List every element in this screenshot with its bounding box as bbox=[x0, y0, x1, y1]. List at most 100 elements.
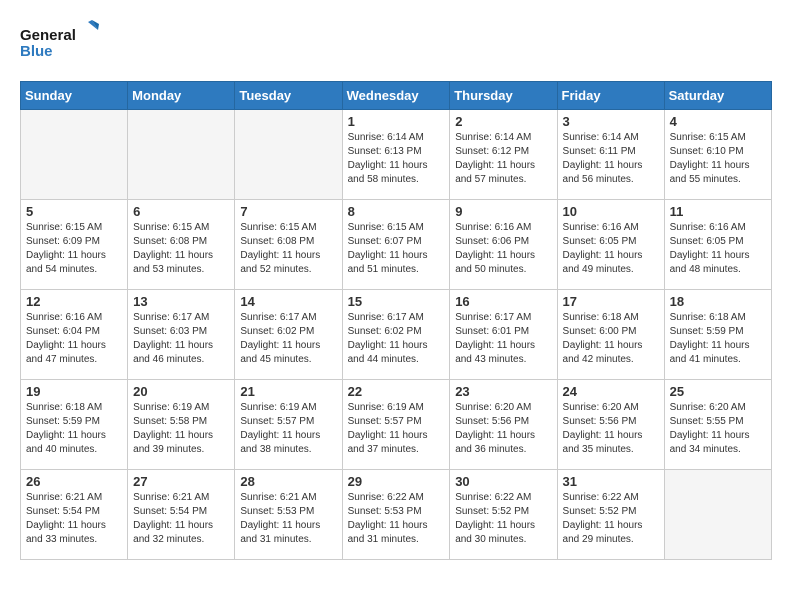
calendar-cell: 25 Sunrise: 6:20 AM Sunset: 5:55 PM Dayli… bbox=[664, 380, 771, 470]
calendar-cell: 29 Sunrise: 6:22 AM Sunset: 5:53 PM Dayli… bbox=[342, 470, 450, 560]
calendar-cell: 23Sunrise: 6:20 AM Sunset: 5:56 PM Dayli… bbox=[450, 380, 557, 470]
day-number: 18 bbox=[670, 294, 766, 309]
day-number: 12 bbox=[26, 294, 122, 309]
calendar-cell: 4 Sunrise: 6:15 AM Sunset: 6:10 PM Daylig… bbox=[664, 110, 771, 200]
weekday-header-cell: Saturday bbox=[664, 82, 771, 110]
calendar-week-row: 19 Sunrise: 6:18 AM Sunset: 5:59 PM Dayli… bbox=[21, 380, 772, 470]
day-number: 9 bbox=[455, 204, 551, 219]
day-number: 24 bbox=[563, 384, 659, 399]
weekday-header-row: SundayMondayTuesdayWednesdayThursdayFrid… bbox=[21, 82, 772, 110]
day-number: 2 bbox=[455, 114, 551, 129]
day-number: 28 bbox=[240, 474, 336, 489]
cell-info: Sunrise: 6:18 AM Sunset: 5:59 PM Dayligh… bbox=[26, 401, 122, 457]
calendar-cell: 10Sunrise: 6:16 AM Sunset: 6:05 PM Dayli… bbox=[557, 200, 664, 290]
day-number: 19 bbox=[26, 384, 122, 399]
calendar-cell: 2 Sunrise: 6:14 AM Sunset: 6:12 PM Daylig… bbox=[450, 110, 557, 200]
calendar-cell: 1 Sunrise: 6:14 AM Sunset: 6:13 PM Daylig… bbox=[342, 110, 450, 200]
day-number: 11 bbox=[670, 204, 766, 219]
day-number: 13 bbox=[133, 294, 229, 309]
day-number: 30 bbox=[455, 474, 551, 489]
cell-info: Sunrise: 6:22 AM Sunset: 5:53 PM Dayligh… bbox=[348, 491, 445, 547]
calendar-cell: 8Sunrise: 6:15 AM Sunset: 6:07 PM Daylig… bbox=[342, 200, 450, 290]
cell-info: Sunrise: 6:22 AM Sunset: 5:52 PM Dayligh… bbox=[455, 491, 551, 547]
calendar-cell: 7Sunrise: 6:15 AM Sunset: 6:08 PM Daylig… bbox=[235, 200, 342, 290]
day-number: 21 bbox=[240, 384, 336, 399]
calendar-week-row: 1 Sunrise: 6:14 AM Sunset: 6:13 PM Daylig… bbox=[21, 110, 772, 200]
cell-info: Sunrise: 6:20 AM Sunset: 5:56 PM Dayligh… bbox=[563, 401, 659, 457]
cell-info: Sunrise: 6:22 AM Sunset: 5:52 PM Dayligh… bbox=[563, 491, 659, 547]
cell-info: Sunrise: 6:20 AM Sunset: 5:56 PM Dayligh… bbox=[455, 401, 551, 457]
calendar-cell: 28Sunrise: 6:21 AM Sunset: 5:53 PM Dayli… bbox=[235, 470, 342, 560]
cell-info: Sunrise: 6:15 AM Sunset: 6:09 PM Dayligh… bbox=[26, 221, 122, 277]
cell-info: Sunrise: 6:14 AM Sunset: 6:13 PM Dayligh… bbox=[348, 131, 445, 187]
cell-info: Sunrise: 6:16 AM Sunset: 6:06 PM Dayligh… bbox=[455, 221, 551, 277]
day-number: 29 bbox=[348, 474, 445, 489]
day-number: 26 bbox=[26, 474, 122, 489]
day-number: 4 bbox=[670, 114, 766, 129]
calendar-cell bbox=[664, 470, 771, 560]
logo-icon: General Blue bbox=[20, 20, 100, 65]
calendar-week-row: 12 Sunrise: 6:16 AM Sunset: 6:04 PM Dayli… bbox=[21, 290, 772, 380]
cell-info: Sunrise: 6:15 AM Sunset: 6:08 PM Dayligh… bbox=[240, 221, 336, 277]
calendar-cell: 26 Sunrise: 6:21 AM Sunset: 5:54 PM Dayli… bbox=[21, 470, 128, 560]
day-number: 17 bbox=[563, 294, 659, 309]
cell-info: Sunrise: 6:16 AM Sunset: 6:05 PM Dayligh… bbox=[670, 221, 766, 277]
calendar-week-row: 5 Sunrise: 6:15 AM Sunset: 6:09 PM Daylig… bbox=[21, 200, 772, 290]
day-number: 5 bbox=[26, 204, 122, 219]
weekday-header-cell: Tuesday bbox=[235, 82, 342, 110]
calendar-cell bbox=[128, 110, 235, 200]
cell-info: Sunrise: 6:20 AM Sunset: 5:55 PM Dayligh… bbox=[670, 401, 766, 457]
calendar-cell: 18 Sunrise: 6:18 AM Sunset: 5:59 PM Dayli… bbox=[664, 290, 771, 380]
calendar-cell: 31Sunrise: 6:22 AM Sunset: 5:52 PM Dayli… bbox=[557, 470, 664, 560]
weekday-header-cell: Wednesday bbox=[342, 82, 450, 110]
logo: General Blue bbox=[20, 20, 100, 65]
calendar-cell: 11 Sunrise: 6:16 AM Sunset: 6:05 PM Dayli… bbox=[664, 200, 771, 290]
cell-info: Sunrise: 6:19 AM Sunset: 5:58 PM Dayligh… bbox=[133, 401, 229, 457]
cell-info: Sunrise: 6:17 AM Sunset: 6:02 PM Dayligh… bbox=[240, 311, 336, 367]
cell-info: Sunrise: 6:15 AM Sunset: 6:10 PM Dayligh… bbox=[670, 131, 766, 187]
cell-info: Sunrise: 6:18 AM Sunset: 5:59 PM Dayligh… bbox=[670, 311, 766, 367]
calendar-table: SundayMondayTuesdayWednesdayThursdayFrid… bbox=[20, 81, 772, 560]
day-number: 20 bbox=[133, 384, 229, 399]
cell-info: Sunrise: 6:14 AM Sunset: 6:12 PM Dayligh… bbox=[455, 131, 551, 187]
calendar-cell bbox=[21, 110, 128, 200]
calendar-cell: 21 Sunrise: 6:19 AM Sunset: 5:57 PM Dayli… bbox=[235, 380, 342, 470]
calendar-cell: 24 Sunrise: 6:20 AM Sunset: 5:56 PM Dayli… bbox=[557, 380, 664, 470]
day-number: 16 bbox=[455, 294, 551, 309]
calendar-cell: 13Sunrise: 6:17 AM Sunset: 6:03 PM Dayli… bbox=[128, 290, 235, 380]
calendar-cell: 3Sunrise: 6:14 AM Sunset: 6:11 PM Daylig… bbox=[557, 110, 664, 200]
cell-info: Sunrise: 6:17 AM Sunset: 6:02 PM Dayligh… bbox=[348, 311, 445, 367]
day-number: 25 bbox=[670, 384, 766, 399]
calendar-cell: 9 Sunrise: 6:16 AM Sunset: 6:06 PM Daylig… bbox=[450, 200, 557, 290]
cell-info: Sunrise: 6:19 AM Sunset: 5:57 PM Dayligh… bbox=[240, 401, 336, 457]
calendar-cell: 20 Sunrise: 6:19 AM Sunset: 5:58 PM Dayli… bbox=[128, 380, 235, 470]
cell-info: Sunrise: 6:17 AM Sunset: 6:01 PM Dayligh… bbox=[455, 311, 551, 367]
day-number: 27 bbox=[133, 474, 229, 489]
calendar-cell bbox=[235, 110, 342, 200]
cell-info: Sunrise: 6:19 AM Sunset: 5:57 PM Dayligh… bbox=[348, 401, 445, 457]
cell-info: Sunrise: 6:15 AM Sunset: 6:07 PM Dayligh… bbox=[348, 221, 445, 277]
day-number: 10 bbox=[563, 204, 659, 219]
cell-info: Sunrise: 6:16 AM Sunset: 6:04 PM Dayligh… bbox=[26, 311, 122, 367]
cell-info: Sunrise: 6:14 AM Sunset: 6:11 PM Dayligh… bbox=[563, 131, 659, 187]
calendar-cell: 22 Sunrise: 6:19 AM Sunset: 5:57 PM Dayli… bbox=[342, 380, 450, 470]
day-number: 15 bbox=[348, 294, 445, 309]
calendar-cell: 30 Sunrise: 6:22 AM Sunset: 5:52 PM Dayli… bbox=[450, 470, 557, 560]
weekday-header-cell: Friday bbox=[557, 82, 664, 110]
calendar-cell: 14 Sunrise: 6:17 AM Sunset: 6:02 PM Dayli… bbox=[235, 290, 342, 380]
calendar-body: 1 Sunrise: 6:14 AM Sunset: 6:13 PM Daylig… bbox=[21, 110, 772, 560]
day-number: 6 bbox=[133, 204, 229, 219]
day-number: 14 bbox=[240, 294, 336, 309]
cell-info: Sunrise: 6:21 AM Sunset: 5:54 PM Dayligh… bbox=[26, 491, 122, 547]
day-number: 1 bbox=[348, 114, 445, 129]
svg-text:General: General bbox=[20, 27, 76, 44]
cell-info: Sunrise: 6:18 AM Sunset: 6:00 PM Dayligh… bbox=[563, 311, 659, 367]
calendar-week-row: 26 Sunrise: 6:21 AM Sunset: 5:54 PM Dayli… bbox=[21, 470, 772, 560]
weekday-header-cell: Thursday bbox=[450, 82, 557, 110]
calendar-cell: 5 Sunrise: 6:15 AM Sunset: 6:09 PM Daylig… bbox=[21, 200, 128, 290]
cell-info: Sunrise: 6:21 AM Sunset: 5:54 PM Dayligh… bbox=[133, 491, 229, 547]
weekday-header-cell: Sunday bbox=[21, 82, 128, 110]
cell-info: Sunrise: 6:15 AM Sunset: 6:08 PM Dayligh… bbox=[133, 221, 229, 277]
svg-text:Blue: Blue bbox=[20, 43, 53, 60]
day-number: 22 bbox=[348, 384, 445, 399]
